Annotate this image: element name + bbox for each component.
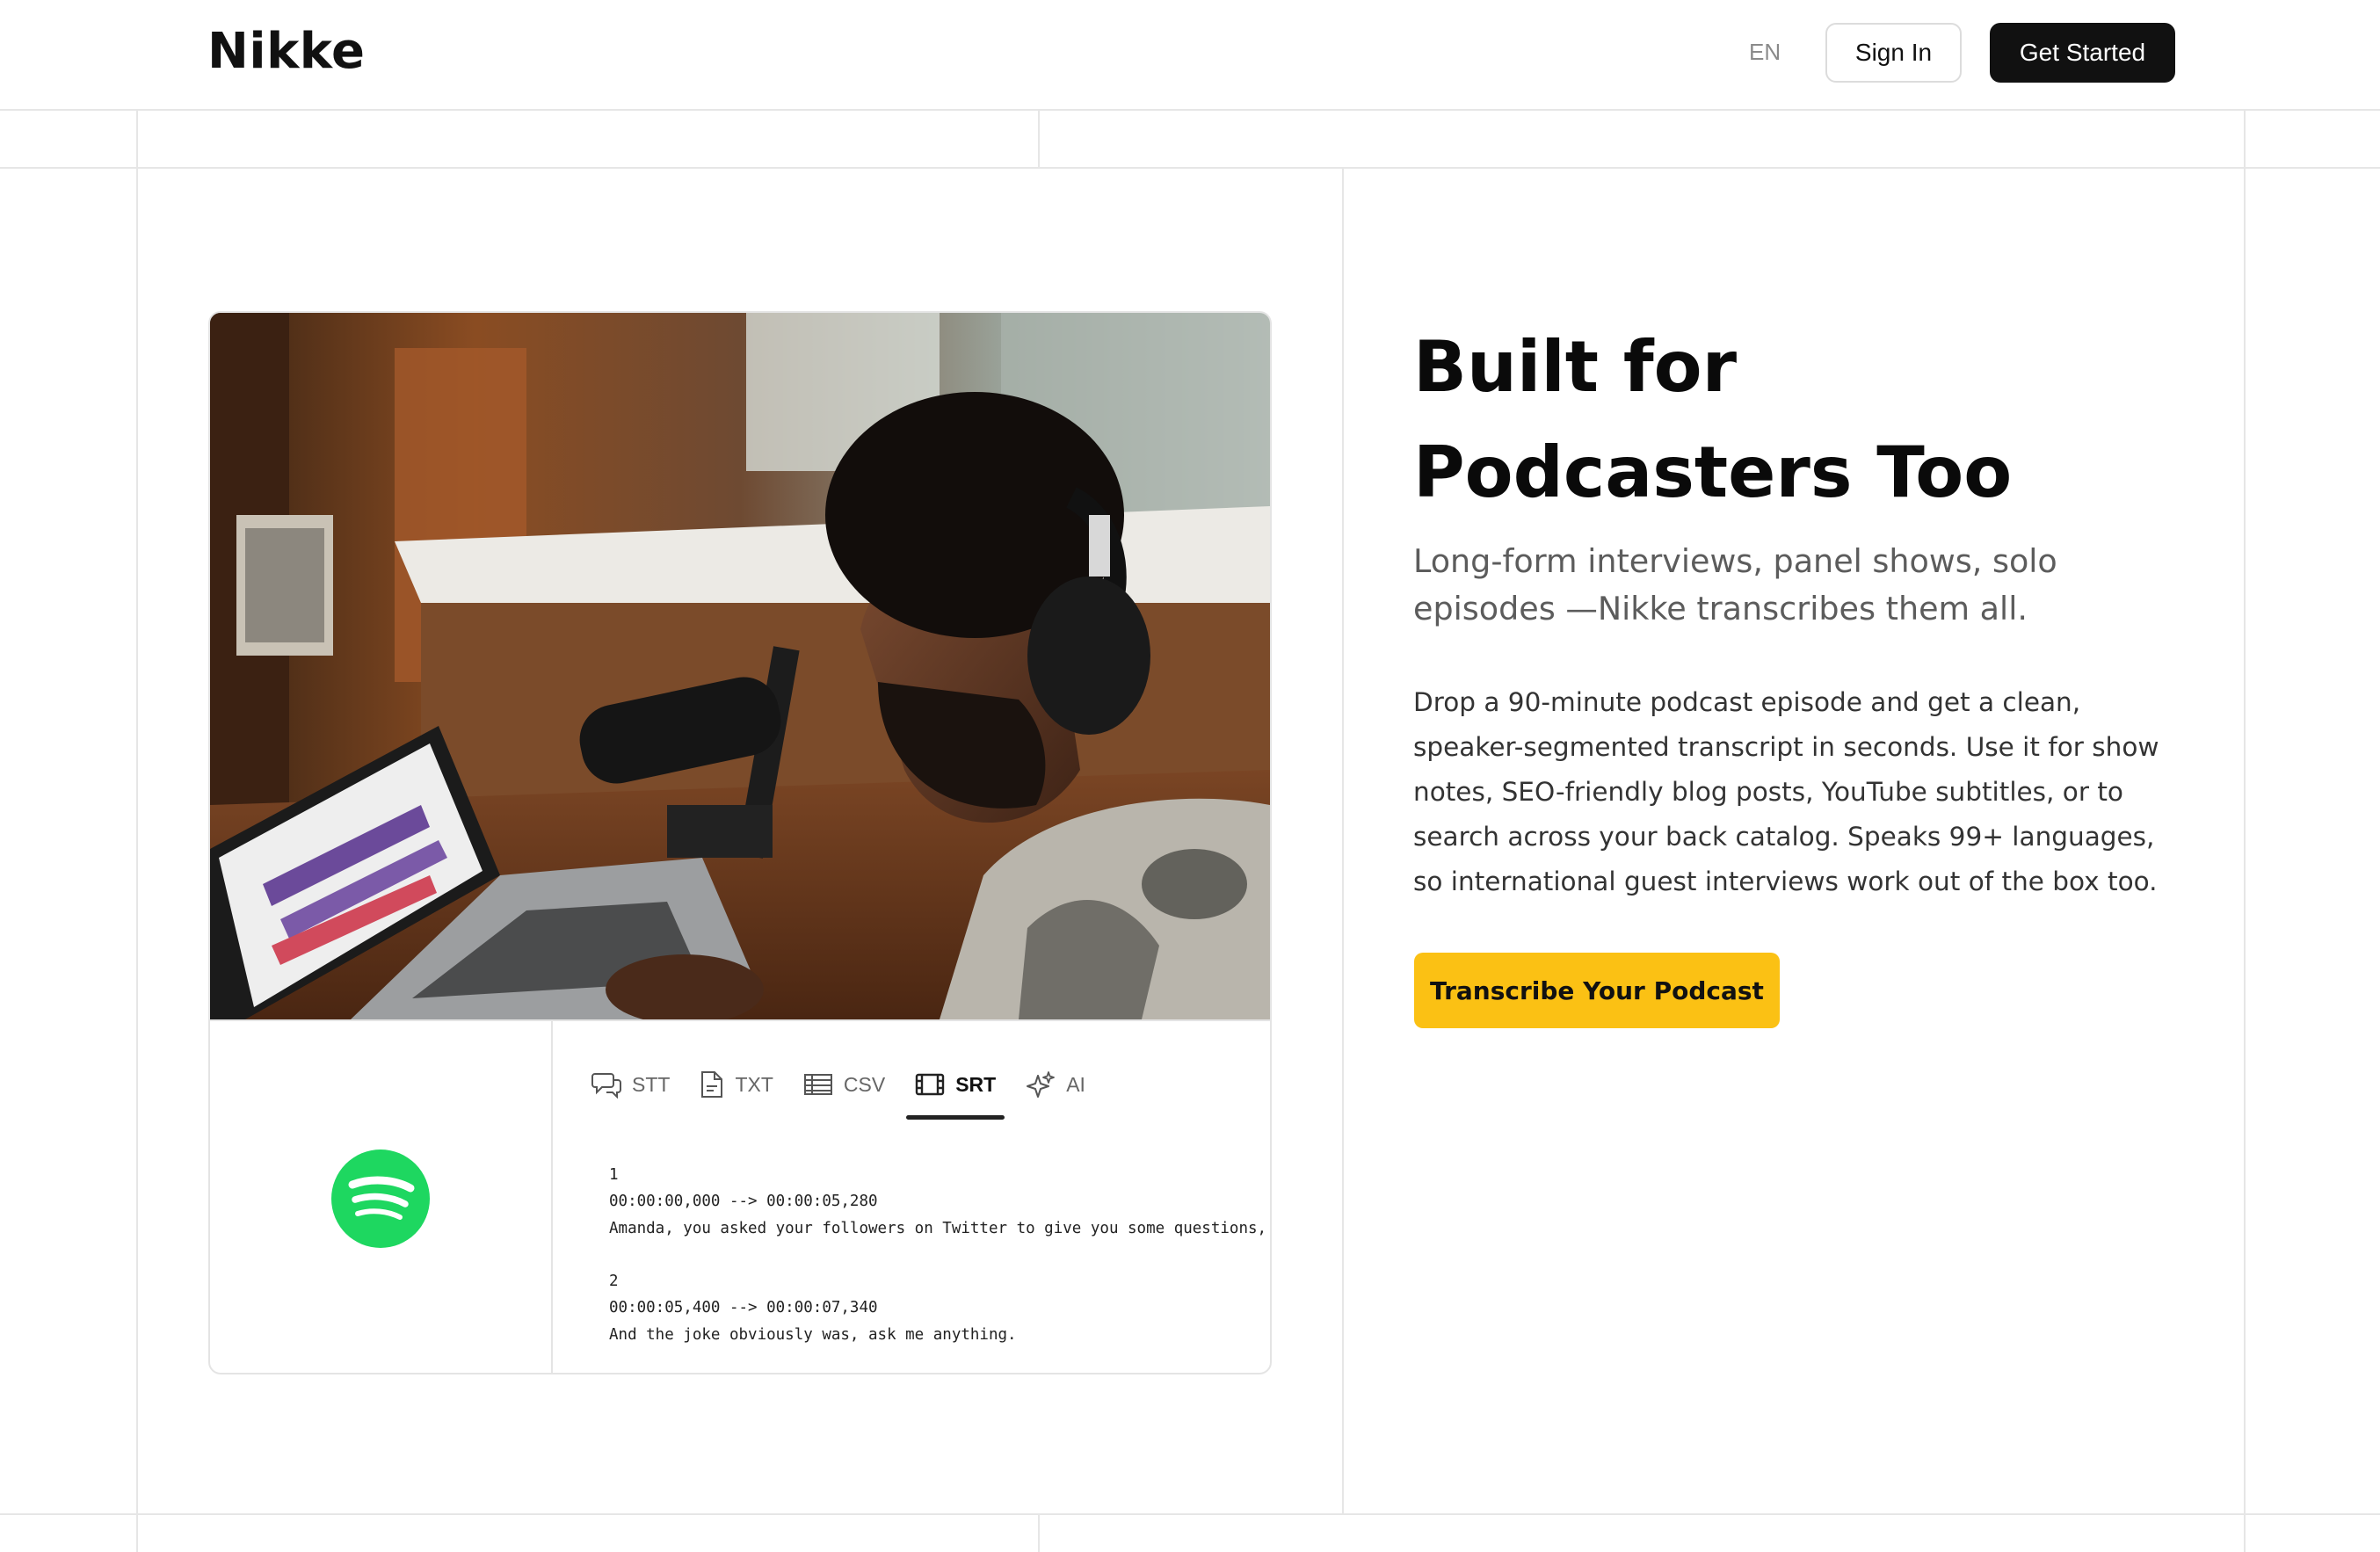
transcribe-podcast-button[interactable]: Transcribe Your Podcast [1414,953,1780,1028]
headline-line: Built for [1413,326,1738,408]
spotify-icon [331,1149,430,1248]
top-nav: Nikke EN Sign In Get Started [0,0,2380,109]
srt-transcript: 1 00:00:00,000 --> 00:00:05,280 Amanda, yo… [609,1162,1272,1348]
grid-line [136,109,138,1552]
transcript-panel: STT TXT CSV SRT AI 1 00:00:00,000 --> 00… [210,1019,1272,1373]
srt-line [609,1242,1270,1268]
grid-line [2244,109,2246,1552]
tab-label: AI [1066,1072,1085,1096]
demo-card: STT TXT CSV SRT AI 1 00:00:00,000 --> 00… [208,311,1272,1374]
hero-body: Drop a 90-minute podcast episode and get… [1413,687,2159,896]
grid-line [1038,109,1040,167]
srt-line: 1 [609,1166,619,1184]
brand-logo[interactable]: Nikke [207,23,366,80]
grid-line [0,109,2380,111]
podcaster-photo [210,313,1270,1019]
tab-label: STT [632,1072,671,1096]
srt-line: And the joke obviously was, ask me anyth… [609,1325,1017,1344]
active-tab-indicator [906,1115,1005,1120]
sparkles-icon [1027,1071,1056,1098]
srt-line: 2 [609,1273,619,1291]
get-started-button[interactable]: Get Started [1990,23,2175,83]
table-icon [803,1074,832,1095]
hero-headline: Built for Podcasters Too [1413,315,2204,526]
headline-line: Podcasters Too [1413,432,2013,513]
tab-ai[interactable]: AI [1026,1058,1085,1111]
grid-line [1038,1513,1040,1552]
language-selector[interactable]: EN [1749,39,1781,66]
page: Nikke EN Sign In Get Started STT TXT CSV… [0,0,2380,1552]
tab-srt[interactable]: SRT [906,1058,1005,1120]
srt-line: 00:00:05,400 --> 00:00:07,340 [609,1299,878,1317]
tab-label: CSV [843,1072,886,1096]
document-icon [701,1071,723,1098]
grid-line [1342,167,1344,1513]
srt-line: 00:00:00,000 --> 00:00:05,280 [609,1193,878,1211]
tab-label: SRT [955,1072,997,1096]
tab-label: TXT [735,1072,773,1096]
source-logo-pane [210,1021,553,1373]
grid-line [0,167,2380,169]
film-icon [916,1073,945,1096]
format-tabs: STT TXT CSV SRT AI [591,1058,1115,1120]
hero-subhead: Long-form interviews, panel shows, solo … [1413,542,2057,627]
tab-txt[interactable]: TXT [700,1058,773,1111]
srt-line: Amanda, you asked your followers on Twit… [609,1219,1272,1237]
speech-bubbles-icon [591,1073,621,1099]
tab-stt[interactable]: STT [591,1058,670,1111]
grid-line [0,1513,2380,1515]
tab-csv[interactable]: CSV [803,1058,885,1111]
sign-in-button[interactable]: Sign In [1825,23,1962,83]
